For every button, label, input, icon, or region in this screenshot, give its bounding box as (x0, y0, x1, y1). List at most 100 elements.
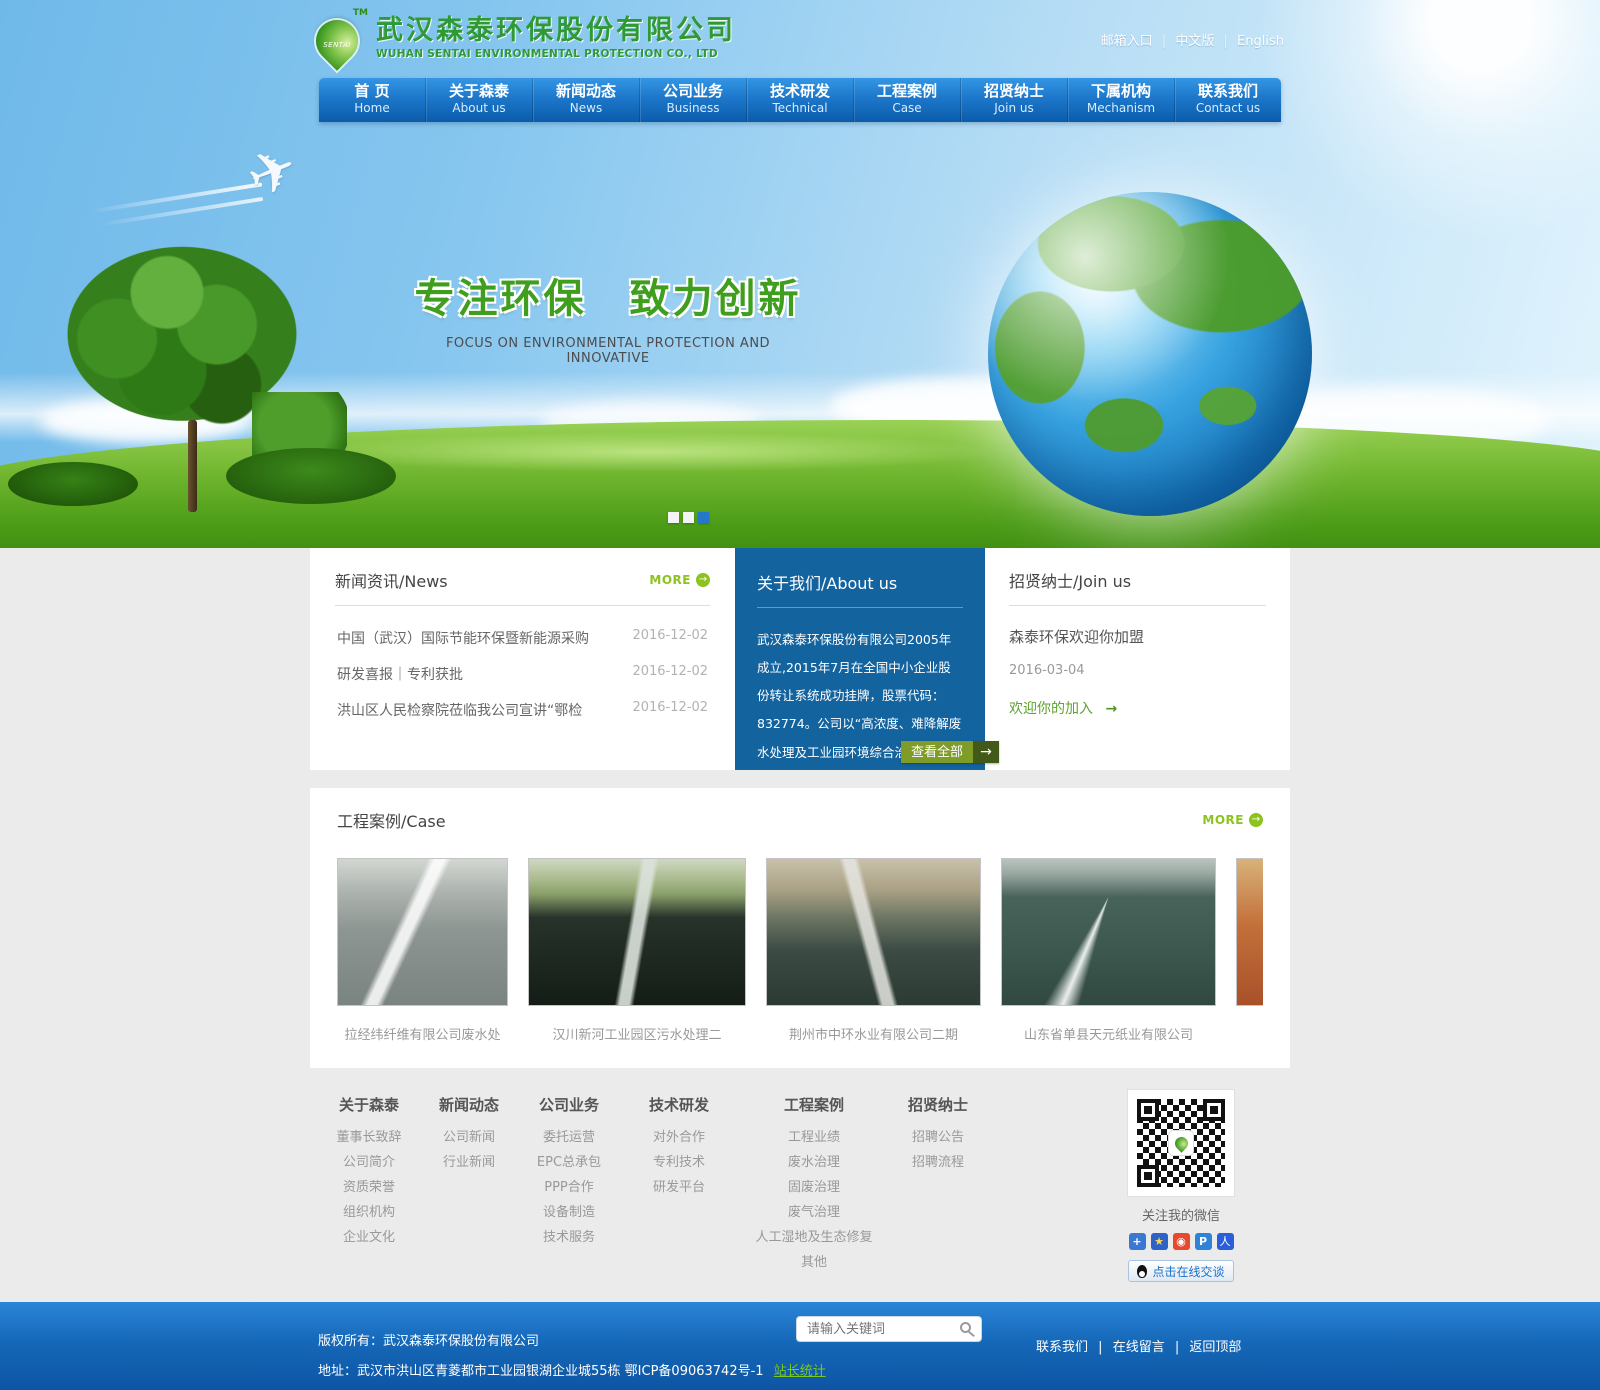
logo-mark-text: SENTAI (316, 41, 358, 49)
top-utility-links: 邮箱入口 | 中文版 | English (1101, 30, 1284, 49)
nav-label-en: Business (640, 100, 746, 116)
case-caption: 山东省单县天元纸业有限公司 (1001, 1024, 1216, 1043)
renren-icon[interactable]: 人 (1217, 1233, 1234, 1250)
news-more-link[interactable]: MORE → (649, 573, 710, 587)
nav-news[interactable]: 新闻动态 News (532, 78, 639, 122)
footer-col-title[interactable]: 新闻动态 (420, 1094, 518, 1115)
online-chat-button[interactable]: 点击在线交谈 (1128, 1260, 1234, 1282)
bush-illustration (8, 462, 138, 506)
news-item[interactable]: 研发喜报｜专利获批 2016-12-02 (335, 656, 710, 692)
footer-link[interactable]: 其他 (738, 1250, 890, 1275)
footer-link[interactable]: 研发平台 (620, 1175, 738, 1200)
footer-link[interactable]: 招聘流程 (890, 1150, 986, 1175)
footer-col-title[interactable]: 公司业务 (518, 1094, 620, 1115)
site-stats-link[interactable]: 站长统计 (774, 1364, 826, 1379)
footer-col-title[interactable]: 招贤纳士 (890, 1094, 986, 1115)
chat-button-label: 点击在线交谈 (1152, 1263, 1224, 1280)
news-item-title: 研发喜报｜专利获批 (337, 664, 463, 684)
bottom-links: 联系我们 | 在线留言 | 返回顶部 (1036, 1336, 1241, 1355)
arrow-right-icon: → (1105, 701, 1117, 717)
footer-link[interactable]: PPP合作 (518, 1175, 620, 1200)
footer-link[interactable]: 废水治理 (738, 1150, 890, 1175)
news-item-date: 2016-12-02 (632, 700, 708, 720)
footer-link[interactable]: EPC总承包 (518, 1150, 620, 1175)
case-item[interactable]: 拉经纬纤维有限公司废水处 (337, 858, 508, 1043)
case-item-partial[interactable] (1236, 858, 1263, 1043)
case-carousel: 拉经纬纤维有限公司废水处 汉川新河工业园区污水处理二 荆州市中环水业有限公司二期… (337, 858, 1263, 1043)
back-to-top-link[interactable]: 返回顶部 (1189, 1340, 1241, 1355)
join-item-link[interactable]: 森泰环保欢迎你加盟 (1009, 626, 1266, 647)
nav-technical[interactable]: 技术研发 Technical (746, 78, 853, 122)
footer-link[interactable]: 董事长致辞 (318, 1125, 420, 1150)
case-item[interactable]: 荆州市中环水业有限公司二期 (766, 858, 981, 1043)
case-item[interactable]: 山东省单县天元纸业有限公司 (1001, 858, 1216, 1043)
online-message-link[interactable]: 在线留言 (1113, 1340, 1165, 1355)
nav-home[interactable]: 首 页 Home (319, 78, 425, 122)
carousel-dots (668, 512, 709, 523)
nav-label-zh: 招贤纳士 (961, 83, 1067, 100)
nav-join-us[interactable]: 招贤纳士 Join us (960, 78, 1067, 122)
footer-col-title[interactable]: 工程案例 (738, 1094, 890, 1115)
carousel-dot-1[interactable] (668, 512, 679, 523)
case-caption: 荆州市中环水业有限公司二期 (766, 1024, 981, 1043)
nav-contact[interactable]: 联系我们 Contact us (1174, 78, 1281, 122)
share-icon[interactable]: + (1129, 1233, 1146, 1250)
footer-link[interactable]: 招聘公告 (890, 1125, 986, 1150)
chinese-version-link[interactable]: 中文版 (1175, 34, 1214, 49)
divider (1009, 605, 1266, 606)
footer-link[interactable]: 设备制造 (518, 1200, 620, 1225)
footer-link[interactable]: 行业新闻 (420, 1150, 518, 1175)
footer-col-title[interactable]: 技术研发 (620, 1094, 738, 1115)
carousel-dot-2[interactable] (683, 512, 694, 523)
case-more-link[interactable]: MORE → (1202, 813, 1263, 827)
wechat-qr-code (1128, 1090, 1234, 1196)
nav-case[interactable]: 工程案例 Case (853, 78, 960, 122)
footer-link[interactable]: 企业文化 (318, 1225, 420, 1250)
main-navigation: 首 页 Home 关于森泰 About us 新闻动态 News 公司业务 Bu… (319, 78, 1281, 122)
footer-link[interactable]: 人工湿地及生态修复 (738, 1225, 890, 1250)
footer-link[interactable]: 固废治理 (738, 1175, 890, 1200)
nav-business[interactable]: 公司业务 Business (639, 78, 746, 122)
main-content: 新闻资讯/News MORE → 中国（武汉）国际节能环保暨新能源采购 2016… (310, 548, 1290, 1068)
footer-link[interactable]: 委托运营 (518, 1125, 620, 1150)
footer-link[interactable]: 公司新闻 (420, 1125, 518, 1150)
qzone-icon[interactable]: ★ (1151, 1233, 1168, 1250)
case-title: 工程案例/Case (337, 808, 446, 832)
separator: | (1175, 1340, 1179, 1355)
footer-link[interactable]: 资质荣誉 (318, 1175, 420, 1200)
welcome-join-link[interactable]: 欢迎你的加入 → (1009, 698, 1266, 718)
hero-banner: ✈ 专注环保 致力创新 FOCUS ON ENVIRONMENTAL PROTE… (0, 0, 1600, 548)
footer-link[interactable]: 工程业绩 (738, 1125, 890, 1150)
nav-label-zh: 公司业务 (640, 83, 746, 100)
nav-label-zh: 技术研发 (747, 83, 853, 100)
case-photo (1236, 858, 1263, 1006)
carousel-dot-3-active[interactable] (698, 512, 709, 523)
news-item[interactable]: 洪山区人民检察院莅临我公司宣讲“鄂检 2016-12-02 (335, 692, 710, 728)
footer-col-title[interactable]: 关于森泰 (318, 1094, 420, 1115)
footer-link[interactable]: 公司简介 (318, 1150, 420, 1175)
footer-link[interactable]: 组织机构 (318, 1200, 420, 1225)
search-input[interactable] (797, 1317, 947, 1341)
nav-label-zh: 首 页 (319, 83, 425, 100)
footer-link[interactable]: 废气治理 (738, 1200, 890, 1225)
nav-mechanism[interactable]: 下属机构 Mechanism (1067, 78, 1174, 122)
join-item-date: 2016-03-04 (1009, 663, 1266, 678)
weibo-icon[interactable]: ◉ (1173, 1233, 1190, 1250)
case-item[interactable]: 汉川新河工业园区污水处理二 (528, 858, 746, 1043)
welcome-join-label: 欢迎你的加入 (1009, 701, 1093, 717)
view-all-button[interactable]: 查看全部 → (901, 741, 999, 763)
nav-label-en: Join us (961, 100, 1067, 116)
footer-link[interactable]: 技术服务 (518, 1225, 620, 1250)
footer-link[interactable]: 专利技术 (620, 1150, 738, 1175)
company-logo[interactable]: SENTAI TM 武汉森泰环保股份有限公司 WUHAN SENTAI ENVI… (310, 8, 736, 68)
footer-col-technical: 技术研发 对外合作 专利技术 研发平台 (620, 1094, 738, 1275)
news-panel: 新闻资讯/News MORE → 中国（武汉）国际节能环保暨新能源采购 2016… (310, 548, 735, 770)
english-version-link[interactable]: English (1237, 34, 1284, 49)
mailbox-link[interactable]: 邮箱入口 (1101, 34, 1153, 49)
tencent-weibo-icon[interactable]: P (1195, 1233, 1212, 1250)
nav-about[interactable]: 关于森泰 About us (425, 78, 532, 122)
footer-link[interactable]: 对外合作 (620, 1125, 738, 1150)
contact-us-link[interactable]: 联系我们 (1036, 1340, 1088, 1355)
news-item[interactable]: 中国（武汉）国际节能环保暨新能源采购 2016-12-02 (335, 620, 710, 656)
news-list: 中国（武汉）国际节能环保暨新能源采购 2016-12-02 研发喜报｜专利获批 … (335, 620, 710, 728)
